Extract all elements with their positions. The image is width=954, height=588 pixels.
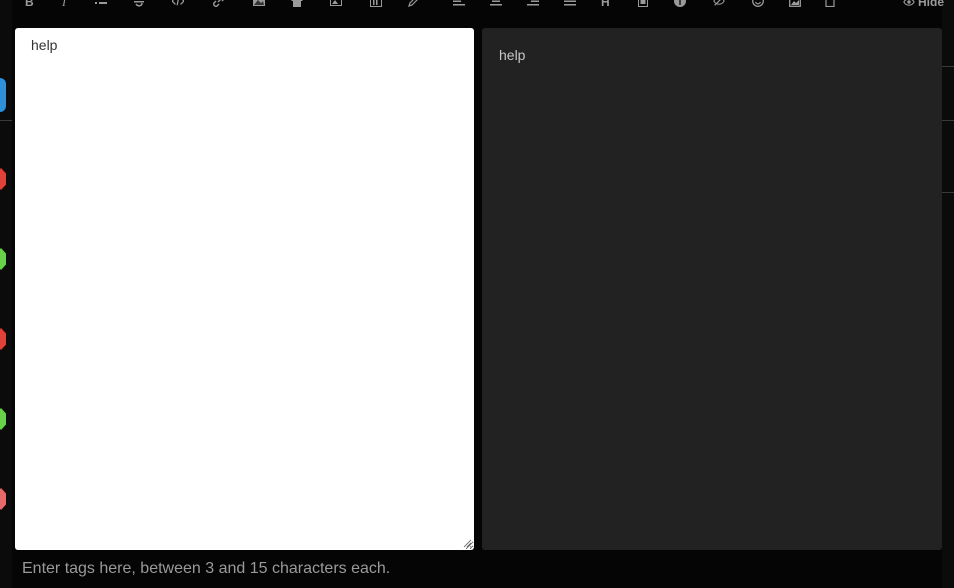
preview-pane: help (482, 28, 942, 550)
picture-icon[interactable] (788, 0, 802, 8)
hide-preview-button[interactable]: Hide (903, 0, 944, 9)
tags-input[interactable] (12, 554, 942, 584)
editor-text: help (31, 37, 58, 53)
strikethrough-icon[interactable] (132, 0, 146, 8)
align-center-icon[interactable] (489, 0, 503, 8)
background-divider (942, 66, 954, 67)
home-icon[interactable] (290, 0, 304, 8)
media-icon[interactable] (329, 0, 343, 8)
resize-handle-icon[interactable] (463, 539, 472, 548)
emoji-icon[interactable] (751, 0, 765, 8)
svg-text:B: B (25, 0, 34, 7)
svg-text:H: H (601, 0, 610, 7)
formatting-toolbar: B I H Hide (0, 0, 954, 14)
post-body-textarea[interactable]: help (15, 28, 474, 550)
eye-icon (903, 0, 915, 6)
pencil-icon[interactable] (407, 0, 421, 8)
background-blue-tab (0, 78, 6, 112)
align-left-icon[interactable] (452, 0, 466, 8)
background-page-left-edge (0, 0, 12, 588)
list-icon[interactable] (94, 0, 108, 8)
background-divider (942, 120, 954, 121)
align-right-icon[interactable] (526, 0, 540, 8)
background-divider (942, 192, 954, 193)
hide-label: Hide (917, 0, 944, 9)
align-justify-icon[interactable] (563, 0, 577, 8)
background-pink-badge-icon (0, 488, 6, 510)
background-red-badge-icon (0, 328, 6, 350)
background-red-badge-icon (0, 168, 6, 190)
code-icon[interactable] (171, 0, 185, 8)
eye-off-icon[interactable] (712, 0, 726, 8)
background-green-badge-icon (0, 248, 6, 270)
chart-icon[interactable] (369, 0, 383, 8)
info-icon[interactable] (673, 0, 687, 8)
bold-icon[interactable]: B (22, 0, 36, 8)
image-icon[interactable] (252, 0, 266, 8)
background-green-badge-icon (0, 408, 6, 430)
svg-text:I: I (61, 0, 67, 7)
background-page-right-edge (942, 0, 954, 588)
table-icon[interactable] (636, 0, 650, 8)
clipboard-icon[interactable] (823, 0, 837, 8)
link-icon[interactable] (212, 0, 226, 8)
post-editor-window: B I H Hide help help Enter tags here, be… (0, 0, 954, 588)
heading-icon[interactable]: H (599, 0, 613, 8)
background-divider (0, 120, 12, 121)
italic-icon[interactable]: I (58, 0, 72, 8)
preview-text: help (499, 47, 526, 63)
